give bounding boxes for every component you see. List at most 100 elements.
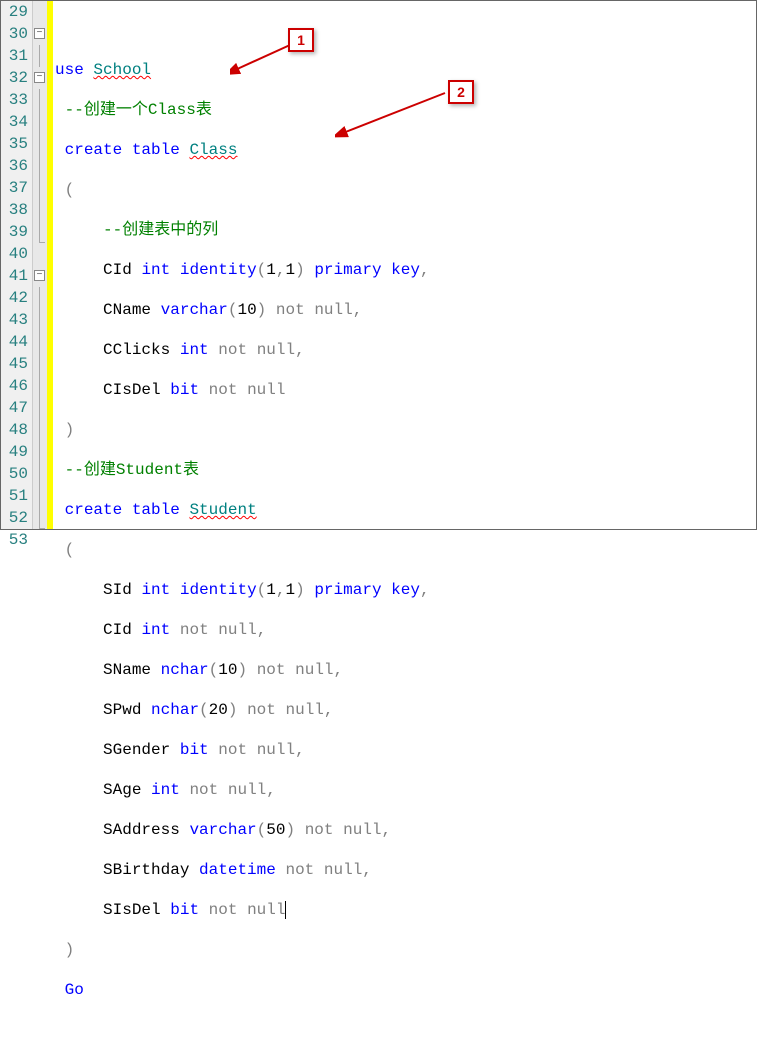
line-number: 40 (1, 243, 28, 265)
keyword-not: not (189, 781, 218, 799)
fold-guide-line (39, 463, 40, 485)
comma: , (295, 741, 305, 759)
keyword-identity: identity (180, 581, 257, 599)
paren: ) (257, 301, 267, 319)
paren: ) (228, 701, 238, 719)
fold-guide-line (39, 309, 40, 331)
comma: , (420, 581, 430, 599)
keyword-use: use (55, 61, 84, 79)
paren: ( (65, 541, 75, 559)
comma: , (420, 261, 430, 279)
num: 1 (286, 581, 296, 599)
fold-guide-line (39, 177, 40, 199)
keyword-table: table (132, 501, 180, 519)
type-datetime: datetime (199, 861, 276, 879)
keyword-primary: primary (314, 261, 381, 279)
keyword-not: not (305, 821, 334, 839)
type-int: int (151, 781, 180, 799)
type-varchar: varchar (161, 301, 228, 319)
comma: , (266, 781, 276, 799)
keyword-not: not (218, 741, 247, 759)
fold-toggle-icon[interactable]: − (34, 72, 45, 83)
paren: ( (257, 581, 267, 599)
line-number: 33 (1, 89, 28, 111)
paren: ) (295, 581, 305, 599)
fold-guide-line (39, 155, 40, 177)
line-number: 53 (1, 529, 28, 551)
keyword-null: null (218, 621, 256, 639)
paren: ( (209, 661, 219, 679)
fold-guide-line (39, 441, 40, 463)
line-number: 43 (1, 309, 28, 331)
keyword-not: not (247, 701, 276, 719)
num: 10 (237, 301, 256, 319)
paren: ) (65, 421, 75, 439)
line-number-gutter: 2930313233343536373839404142434445464748… (1, 1, 33, 529)
fold-guide-line (39, 133, 40, 155)
keyword-table: table (132, 141, 180, 159)
num: 50 (266, 821, 285, 839)
num: 1 (266, 261, 276, 279)
col-sage: SAge (103, 781, 141, 799)
type-nchar: nchar (151, 701, 199, 719)
comma: , (257, 621, 267, 639)
comma: , (362, 861, 372, 879)
line-number: 29 (1, 1, 28, 23)
keyword-create: create (65, 141, 123, 159)
fold-guide-line (39, 507, 40, 529)
paren: ) (295, 261, 305, 279)
fold-guide-line (39, 353, 40, 375)
num: 10 (218, 661, 237, 679)
fold-toggle-icon[interactable]: − (34, 28, 45, 39)
col-cid: CId (103, 261, 132, 279)
keyword-not: not (285, 861, 314, 879)
fold-guide-line (39, 375, 40, 397)
keyword-not: not (218, 341, 247, 359)
keyword-null: null (286, 701, 324, 719)
type-int: int (180, 341, 209, 359)
line-number: 51 (1, 485, 28, 507)
keyword-not: not (276, 301, 305, 319)
fold-guide-line (39, 287, 40, 309)
type-nchar: nchar (161, 661, 209, 679)
keyword-null: null (247, 901, 285, 919)
fold-guide-line (39, 199, 40, 221)
num: 1 (286, 261, 296, 279)
line-number: 32 (1, 67, 28, 89)
fold-column[interactable]: − − − (33, 1, 47, 529)
keyword-null: null (343, 821, 381, 839)
keyword-create: create (65, 501, 123, 519)
identifier-class: Class (189, 141, 237, 159)
col-cname: CName (103, 301, 151, 319)
type-bit: bit (170, 381, 199, 399)
line-number: 35 (1, 133, 28, 155)
comment: --创建一个Class表 (65, 101, 212, 119)
code-area[interactable]: use School --创建一个Class表 create table Cla… (53, 1, 756, 529)
keyword-null: null (257, 341, 295, 359)
fold-guide-line (39, 221, 40, 243)
paren: ) (237, 661, 247, 679)
keyword-not: not (209, 901, 238, 919)
paren: ) (285, 821, 295, 839)
line-number: 47 (1, 397, 28, 419)
line-number: 45 (1, 353, 28, 375)
code-editor[interactable]: 2930313233343536373839404142434445464748… (0, 0, 757, 530)
type-bit: bit (180, 741, 209, 759)
num: 20 (209, 701, 228, 719)
line-number: 44 (1, 331, 28, 353)
fold-guide-line (39, 485, 40, 507)
fold-guide-line (39, 89, 40, 111)
keyword-null: null (247, 381, 285, 399)
col-cid: CId (103, 621, 132, 639)
keyword-identity: identity (180, 261, 257, 279)
col-sname: SName (103, 661, 151, 679)
keyword-null: null (257, 741, 295, 759)
paren: ( (199, 701, 209, 719)
col-cclicks: CClicks (103, 341, 170, 359)
comma: , (276, 581, 286, 599)
fold-toggle-icon[interactable]: − (34, 270, 45, 281)
identifier-school: School (93, 61, 151, 79)
comma: , (353, 301, 363, 319)
identifier-student: Student (189, 501, 256, 519)
keyword-not: not (180, 621, 209, 639)
